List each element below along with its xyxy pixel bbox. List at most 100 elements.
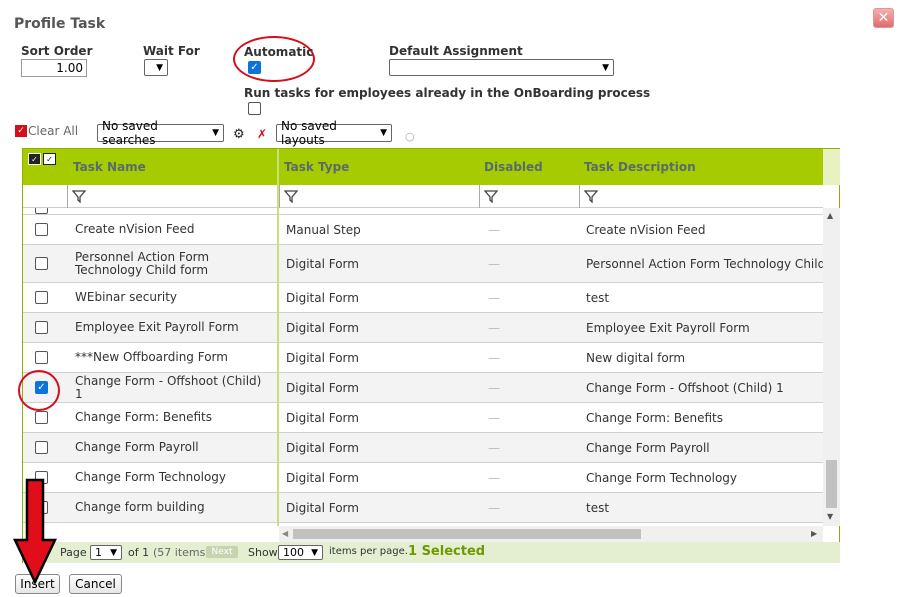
scroll-thumb[interactable] xyxy=(826,460,837,508)
chevron-down-icon: ▼ xyxy=(156,62,163,73)
cell-task-name: ***New Offboarding Form xyxy=(75,350,228,364)
cell-task-type: Digital Form xyxy=(286,440,359,455)
table-row[interactable]: ***New Offboarding Form Digital Form — New … xyxy=(23,343,823,373)
horizontal-scrollbar[interactable]: ◀ ▶ xyxy=(279,526,823,542)
grid-header-spacer xyxy=(823,149,840,185)
clear-all-label: Clear All xyxy=(28,124,79,138)
table-row[interactable]: Change Form Technology Digital Form — Chang… xyxy=(23,463,823,493)
row-checkbox[interactable] xyxy=(35,223,48,236)
page-of-label: of 1 xyxy=(128,546,150,559)
cell-task-name: Change Form: Benefits xyxy=(75,410,212,424)
col-task-name[interactable]: Task Name xyxy=(73,160,146,174)
col-disabled[interactable]: Disabled xyxy=(484,160,543,174)
cell-disabled: — xyxy=(488,290,500,305)
annotation-circle-checkbox xyxy=(18,370,60,411)
cell-task-type: Digital Form xyxy=(286,500,359,515)
hscroll-thumb[interactable] xyxy=(293,529,641,539)
saved-layouts-select[interactable]: No saved layouts ▼ xyxy=(276,119,392,147)
automatic-checkbox[interactable]: ✓ xyxy=(248,61,261,74)
row-checkbox[interactable] xyxy=(35,208,48,214)
per-page-value: 100 xyxy=(283,546,304,559)
sort-order-input[interactable] xyxy=(21,59,87,77)
row-checkbox[interactable] xyxy=(35,351,48,364)
table-row[interactable]: WEbinar security Digital Form — test xyxy=(23,283,823,313)
sort-order-label: Sort Order xyxy=(21,44,93,58)
cell-task-name: WEbinar security xyxy=(75,290,178,304)
cell-disabled: — xyxy=(488,470,500,485)
scroll-left-icon[interactable]: ◀ xyxy=(282,529,288,538)
filter-divider xyxy=(579,185,580,208)
table-row[interactable]: Personnel Action Form Technology Child f… xyxy=(23,245,823,283)
chevron-down-icon: ▼ xyxy=(380,128,387,138)
cell-task-type: Digital Form xyxy=(286,350,359,365)
scroll-down-icon[interactable]: ▼ xyxy=(827,512,833,521)
table-row[interactable]: ✓ Change Form - Offshoot (Child) 1 Digital… xyxy=(23,373,823,403)
default-assignment-select[interactable]: ▼ xyxy=(389,59,614,76)
close-icon[interactable]: ✕ xyxy=(873,8,894,28)
annotation-arrow-icon xyxy=(13,478,57,585)
filter-icon[interactable] xyxy=(584,189,598,203)
filter-divider xyxy=(479,185,480,208)
cell-task-description: New digital form xyxy=(586,350,686,365)
cell-task-name: Create nVision Feed xyxy=(75,222,195,236)
page-select[interactable]: 1 ▼ xyxy=(90,545,122,560)
vertical-scrollbar[interactable]: ▲ ▼ xyxy=(823,208,840,526)
filter-icon[interactable] xyxy=(284,189,298,203)
row-checkbox[interactable] xyxy=(35,257,48,270)
row-checkbox[interactable] xyxy=(35,291,48,304)
cell-task-type: Manual Step xyxy=(286,222,361,237)
next-button[interactable]: Next xyxy=(206,546,238,558)
table-row[interactable]: Create nVision Feed Manual Step — Create nV… xyxy=(23,215,823,245)
cell-disabled: — xyxy=(488,350,500,365)
table-row[interactable]: Change Form: Benefits Digital Form — Change… xyxy=(23,403,823,433)
scroll-up-icon[interactable]: ▲ xyxy=(827,211,833,220)
clear-all-button[interactable]: ✓ Clear All xyxy=(15,124,78,138)
cell-disabled: — xyxy=(488,256,500,271)
per-page-suffix: items per page. xyxy=(329,546,408,557)
cell-disabled: — xyxy=(488,380,500,395)
run-tasks-checkbox[interactable] xyxy=(248,102,261,115)
filter-icon[interactable] xyxy=(484,189,498,203)
saved-searches-value: No saved searches xyxy=(102,119,158,147)
dialog-title: Profile Task xyxy=(14,16,106,32)
default-assignment-label: Default Assignment xyxy=(389,44,523,58)
binoculars-icon[interactable]: ⚙ xyxy=(233,127,245,142)
save-layout-icon[interactable]: ○ xyxy=(405,130,415,143)
col-task-description[interactable]: Task Description xyxy=(584,160,696,174)
scroll-right-icon[interactable]: ▶ xyxy=(811,529,817,538)
cell-task-type: Digital Form xyxy=(286,380,359,395)
per-page-select[interactable]: 100 ▼ xyxy=(278,545,323,560)
cell-task-description: Change Form: Benefits xyxy=(586,410,723,425)
cell-task-type: Digital Form xyxy=(286,256,359,271)
col-task-type[interactable]: Task Type xyxy=(284,160,349,174)
wait-for-select[interactable]: ▼ xyxy=(144,59,168,76)
cell-task-type: Digital Form xyxy=(286,320,359,335)
filter-icon[interactable] xyxy=(72,189,86,203)
select-all-icon[interactable]: ✓ ✓ xyxy=(28,153,58,165)
row-checkbox[interactable] xyxy=(35,411,48,424)
items-count: (57 items) xyxy=(153,546,210,559)
wait-for-label: Wait For xyxy=(143,44,200,58)
cell-task-name: Change form building xyxy=(75,500,205,514)
cell-task-description: test xyxy=(586,500,610,515)
page-value: 1 xyxy=(95,546,102,559)
filter-divider xyxy=(67,185,68,208)
column-divider xyxy=(277,149,279,526)
filter-bar xyxy=(23,185,823,208)
table-row[interactable]: Change Form Payroll Digital Form — Change F… xyxy=(23,433,823,463)
chevron-down-icon: ▼ xyxy=(311,547,318,558)
table-row[interactable]: Change form building Digital Form — test xyxy=(23,493,823,523)
saved-searches-select[interactable]: No saved searches ▼ xyxy=(97,119,224,147)
cell-task-name: Change Form Payroll xyxy=(75,440,199,454)
annotation-circle-automatic xyxy=(233,36,315,82)
chevron-down-icon: ▼ xyxy=(212,128,219,138)
cancel-button[interactable]: Cancel xyxy=(69,574,122,594)
clear-search-icon[interactable]: ✗ xyxy=(257,127,267,141)
table-row[interactable]: Employee Exit Payroll Form Digital Form — E… xyxy=(23,313,823,343)
cell-task-type: Digital Form xyxy=(286,470,359,485)
row-checkbox[interactable] xyxy=(35,321,48,334)
row-checkbox[interactable] xyxy=(35,441,48,454)
show-label: Show xyxy=(248,546,278,559)
task-grid: ✓ ✓ Task Name Task Type Disabled Task De… xyxy=(22,148,840,563)
cell-task-name: Change Form - Offshoot (Child) 1 xyxy=(75,373,262,401)
